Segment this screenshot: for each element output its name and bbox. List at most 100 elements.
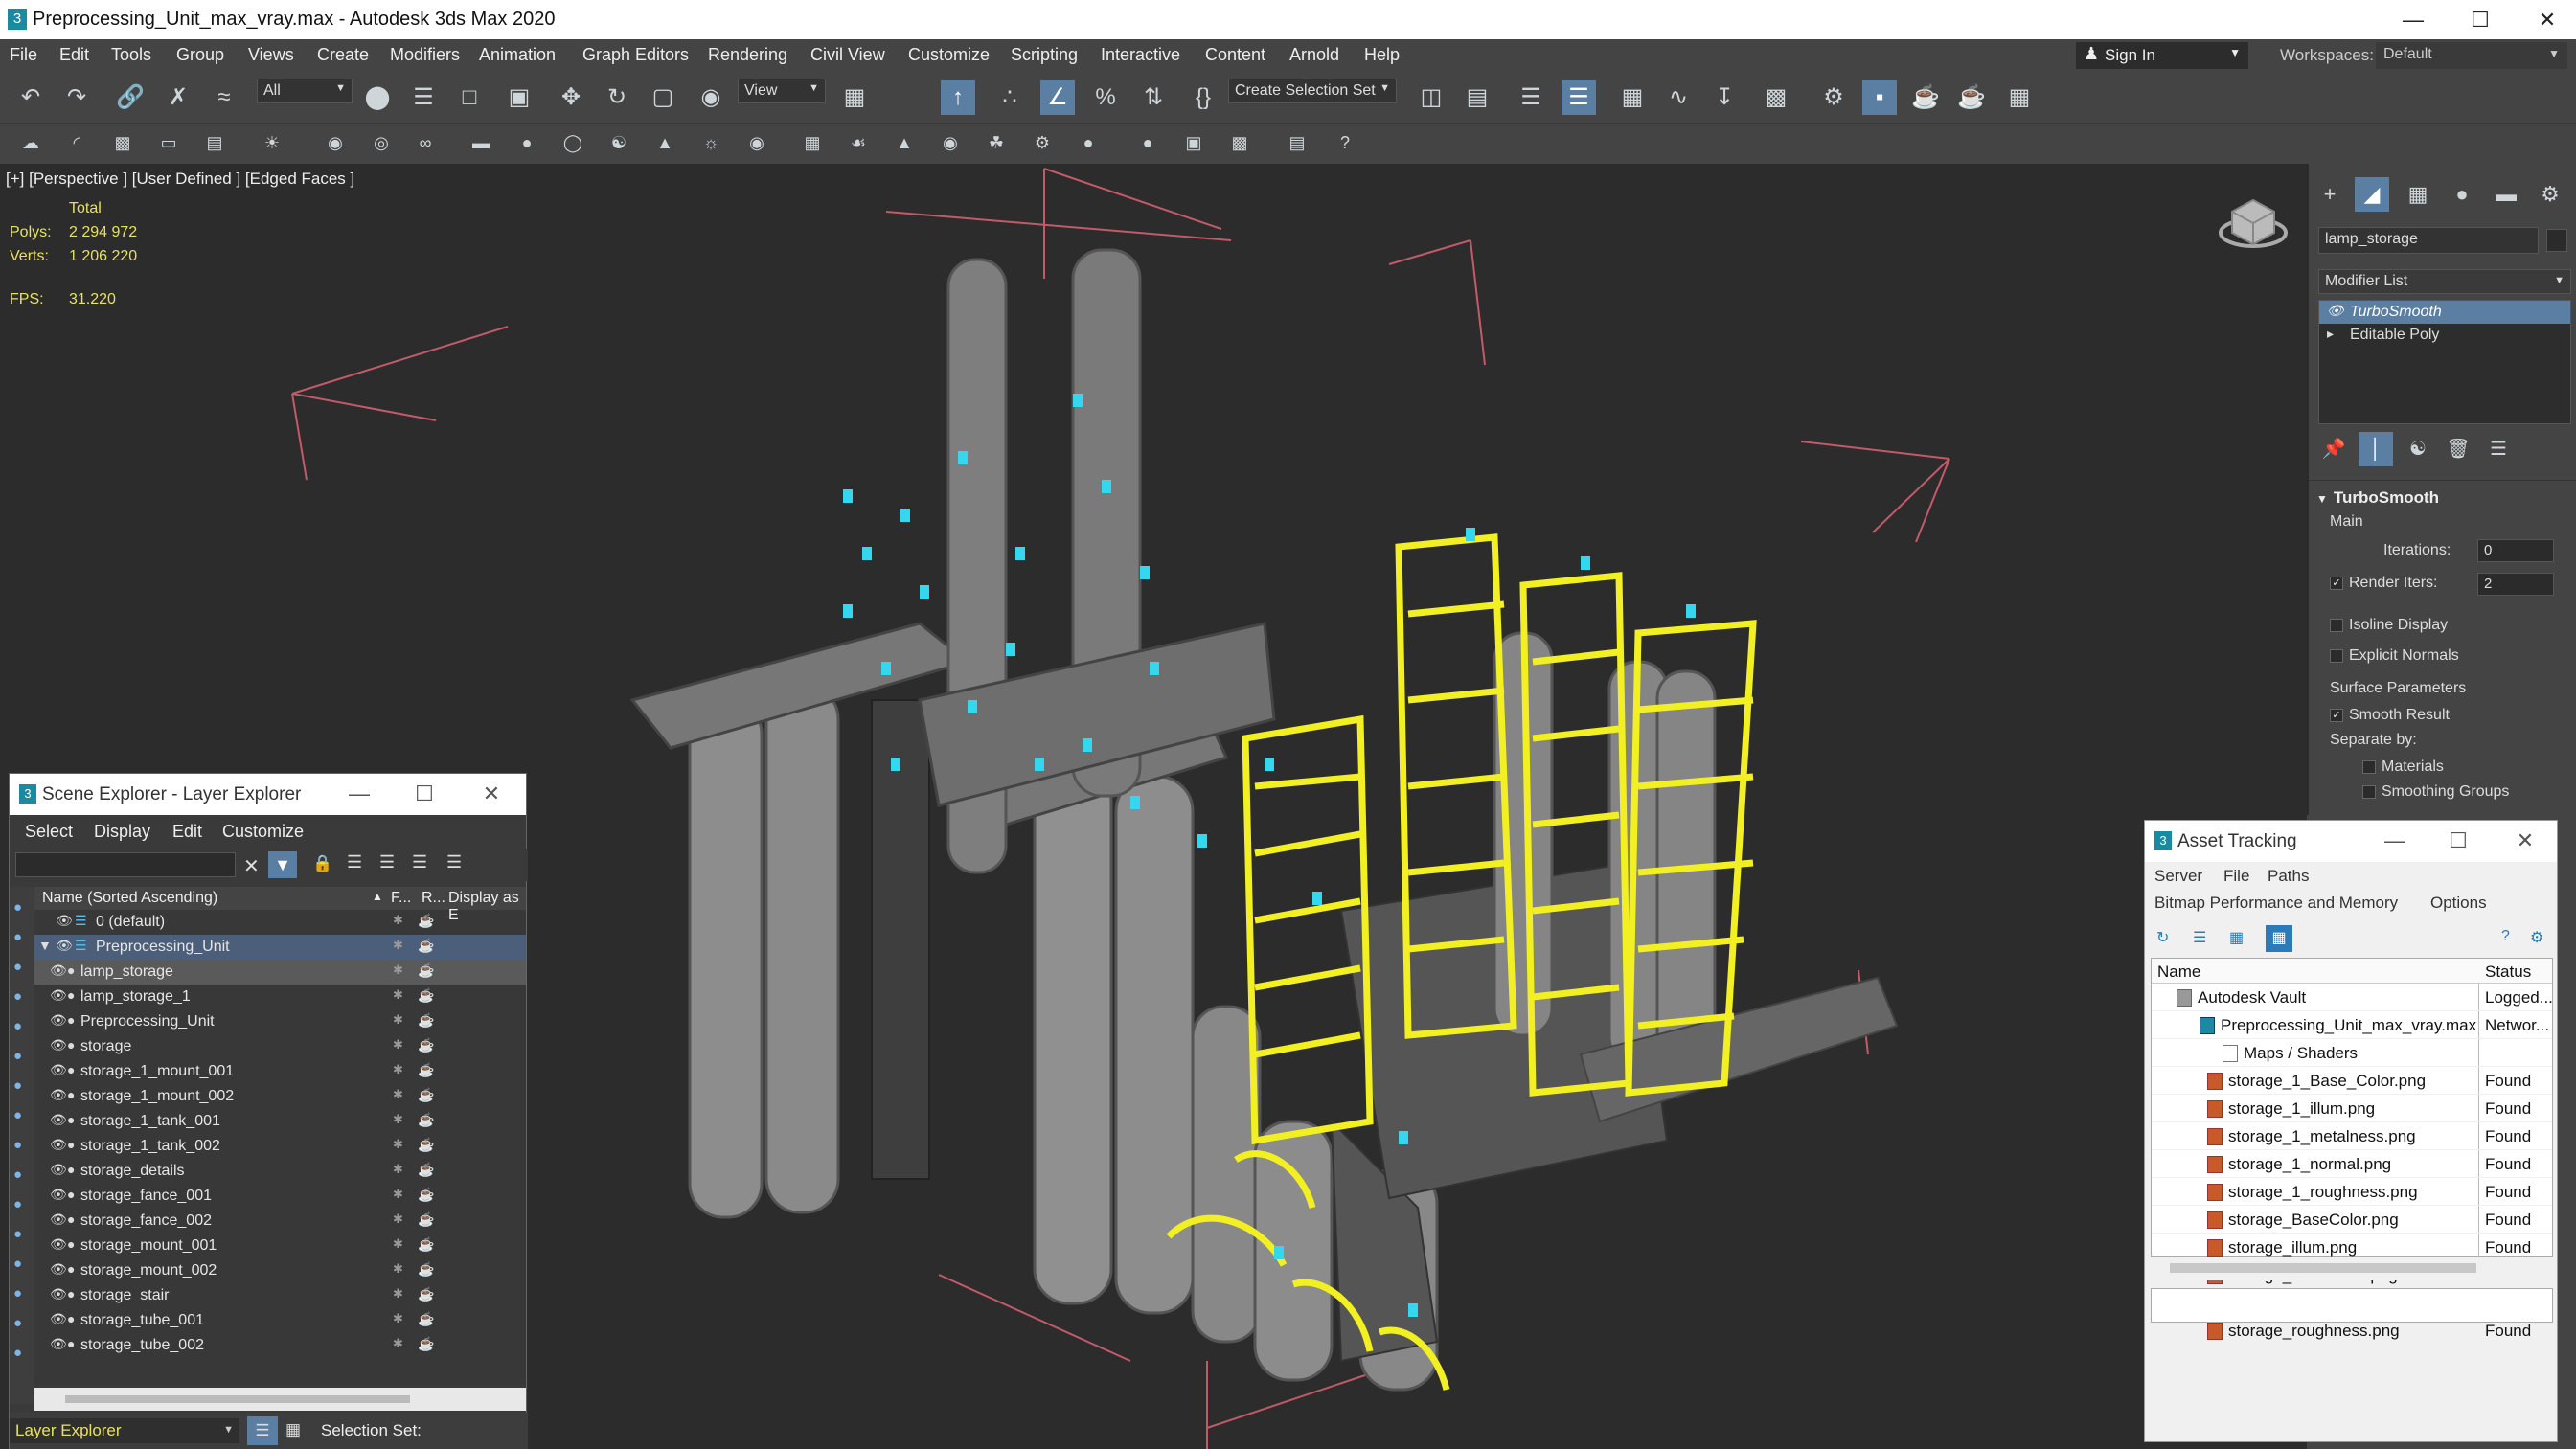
render-icon[interactable]: ☕ — [418, 1187, 434, 1203]
settings-icon[interactable]: ⚙ — [2530, 928, 2543, 947]
eye-icon[interactable]: 👁 — [50, 1037, 67, 1053]
selection-filter-dropdown[interactable]: All ▼ — [257, 79, 353, 103]
window-crossing-icon[interactable]: ▣ — [502, 80, 536, 115]
table-view-icon[interactable]: ▦ — [2266, 925, 2292, 952]
render-icon[interactable]: ☕ — [418, 962, 434, 979]
select-object-icon[interactable]: ⬤ — [360, 80, 395, 115]
menu-views[interactable]: Views — [248, 45, 294, 65]
angle-snap-icon[interactable]: ∠ — [1040, 80, 1075, 115]
asset-path-field[interactable] — [2151, 1288, 2553, 1323]
render-icon[interactable]: ☕ — [418, 1286, 434, 1302]
mirror-icon[interactable]: ◫ — [1414, 80, 1448, 115]
eye-icon[interactable]: 👁 — [50, 1087, 67, 1103]
camera-icon[interactable]: ◉ — [322, 129, 349, 156]
object-row[interactable]: 👁 ● storage_fance_002 ✱ ☕ — [34, 1209, 526, 1234]
freeze-icon[interactable]: ✱ — [393, 987, 403, 1003]
vray-plane-icon[interactable]: ▦ — [799, 129, 826, 156]
cylinder-icon[interactable]: ▭ — [155, 129, 182, 156]
link-icon[interactable]: 🔗 — [113, 80, 148, 115]
horizontal-scrollbar[interactable] — [34, 1388, 526, 1411]
freeze-icon[interactable]: ✱ — [393, 938, 403, 953]
menu-paths[interactable]: Paths — [2268, 867, 2309, 886]
vray-scene-icon[interactable]: ● — [1134, 129, 1161, 156]
toggle-layer-explorer-icon[interactable]: ☰ — [1562, 80, 1596, 115]
select-manipulate-icon[interactable]: ↑ — [941, 80, 975, 115]
close-button[interactable]: ✕ — [2514, 0, 2576, 39]
smooth-result-checkbox[interactable]: ✓ — [2330, 708, 2343, 722]
maximize-button[interactable]: ☐ — [2447, 0, 2514, 39]
eye-icon[interactable]: 👁 — [50, 1112, 67, 1128]
edit-named-selection-icon[interactable]: {} — [1186, 80, 1220, 115]
menu-display[interactable]: Display — [94, 822, 150, 842]
eye-icon[interactable]: 👁 — [50, 1286, 67, 1302]
menu-customize[interactable]: Customize — [222, 822, 304, 842]
sign-in-button[interactable]: ♟ Sign In ▼ — [2076, 42, 2248, 69]
percent-snap-icon[interactable]: % — [1088, 80, 1123, 115]
smooth-result-row[interactable]: ✓ Smooth Result — [2330, 707, 2450, 724]
object-row[interactable]: 👁 ● lamp_storage_1 ✱ ☕ — [34, 985, 526, 1009]
search-input[interactable] — [15, 852, 236, 877]
vray-displacement-icon[interactable]: ▲ — [891, 129, 918, 156]
freeze-icon[interactable]: ✱ — [393, 1062, 403, 1077]
render-icon[interactable]: ☕ — [418, 1112, 434, 1128]
menu-file[interactable]: File — [10, 45, 37, 65]
object-row[interactable]: 👁 ● storage_1_tank_002 ✱ ☕ — [34, 1134, 526, 1159]
plane-icon[interactable]: ▤ — [201, 129, 228, 156]
object-name-field[interactable]: lamp_storage — [2318, 227, 2539, 254]
freeze-icon[interactable]: ✱ — [393, 1211, 403, 1227]
eye-icon[interactable]: 👁 — [2327, 303, 2344, 319]
eye-icon[interactable]: 👁 — [56, 913, 73, 929]
align-icon[interactable]: ▤ — [1460, 80, 1494, 115]
object-row[interactable]: 👁 ● storage_details ✱ ☕ — [34, 1159, 526, 1184]
explorer-mode-dropdown[interactable]: Layer Explorer ▼ — [10, 1418, 239, 1443]
col-freeze-header[interactable]: F... — [391, 890, 411, 907]
object-row[interactable]: 👁 ● storage_mount_001 ✱ ☕ — [34, 1234, 526, 1258]
menu-scripting[interactable]: Scripting — [1011, 45, 1078, 65]
spacewarp-icon[interactable]: ∞ — [412, 129, 439, 156]
hierarchy-tab-icon[interactable]: ▦ — [2401, 177, 2435, 212]
object-row[interactable]: 👁 ● storage_fance_001 ✱ ☕ — [34, 1184, 526, 1209]
render-iters-checkbox[interactable]: ✓ — [2330, 576, 2343, 590]
layer-row[interactable]: ▼ 👁 ☰ Preprocessing_Unit ✱ ☕ — [34, 935, 526, 960]
shape-icon[interactable]: ◜ — [63, 129, 90, 156]
menu-customize[interactable]: Customize — [908, 45, 990, 65]
freeze-icon[interactable]: ✱ — [393, 1112, 403, 1127]
asset-row[interactable]: storage_1_normal.png Found — [2152, 1150, 2552, 1178]
eye-icon[interactable]: 👁 — [50, 1137, 67, 1153]
menu-options[interactable]: Options — [2430, 894, 2487, 913]
asset-row[interactable]: storage_1_Base_Color.png Found — [2152, 1067, 2552, 1095]
menu-arnold[interactable]: Arnold — [1289, 45, 1339, 65]
col-name-header[interactable]: Name (Sorted Ascending) — [42, 890, 217, 906]
expand-arrow-icon[interactable]: ▸ — [2327, 326, 2334, 342]
menu-civil-view[interactable]: Civil View — [810, 45, 885, 65]
rectangular-selection-icon[interactable]: □ — [452, 80, 487, 115]
asset-row[interactable]: storage_1_roughness.png Found — [2152, 1178, 2552, 1206]
eye-icon[interactable]: 👁 — [50, 1211, 67, 1228]
minimize-button[interactable]: — — [335, 779, 383, 809]
reference-coordinate-dropdown[interactable]: View ▼ — [738, 79, 826, 103]
menu-file[interactable]: File — [2223, 867, 2249, 886]
tree-view-icon[interactable]: ▦ — [2229, 928, 2244, 947]
eye-icon[interactable]: 👁 — [50, 962, 67, 979]
freeze-icon[interactable]: ✱ — [393, 1286, 403, 1302]
pivot-center-icon[interactable]: ▦ — [837, 80, 872, 115]
freeze-icon[interactable]: ✱ — [393, 1336, 403, 1351]
object-row[interactable]: 👁 ● storage_tube_001 ✱ ☕ — [34, 1308, 526, 1333]
eye-icon[interactable]: 👁 — [50, 1187, 67, 1203]
display-tab-icon[interactable]: ▬ — [2489, 177, 2523, 212]
redo-icon[interactable]: ↷ — [59, 80, 94, 115]
pin-stack-icon[interactable]: 📌 — [2316, 432, 2351, 466]
explicit-normals-checkbox[interactable] — [2330, 648, 2343, 663]
remove-modifier-icon[interactable]: 🗑 — [2441, 432, 2475, 466]
freeze-icon[interactable]: ✱ — [393, 913, 403, 928]
freeze-icon[interactable]: ✱ — [393, 1187, 403, 1202]
render-icon[interactable]: ☕ — [418, 1336, 434, 1352]
render-icon[interactable]: ☕ — [418, 1162, 434, 1178]
show-end-result-icon[interactable]: │ — [2359, 432, 2393, 466]
maximize-button[interactable]: ☐ — [400, 779, 448, 809]
rollout-header[interactable]: ▼ TurboSmooth — [2316, 488, 2571, 508]
vray-fur-icon[interactable]: ☯ — [605, 129, 632, 156]
modify-tab-icon[interactable]: ◢ — [2355, 177, 2389, 212]
stack-item-editable-poly[interactable]: ▸ Editable Poly — [2319, 324, 2570, 347]
helper-icon[interactable]: ◎ — [368, 129, 395, 156]
